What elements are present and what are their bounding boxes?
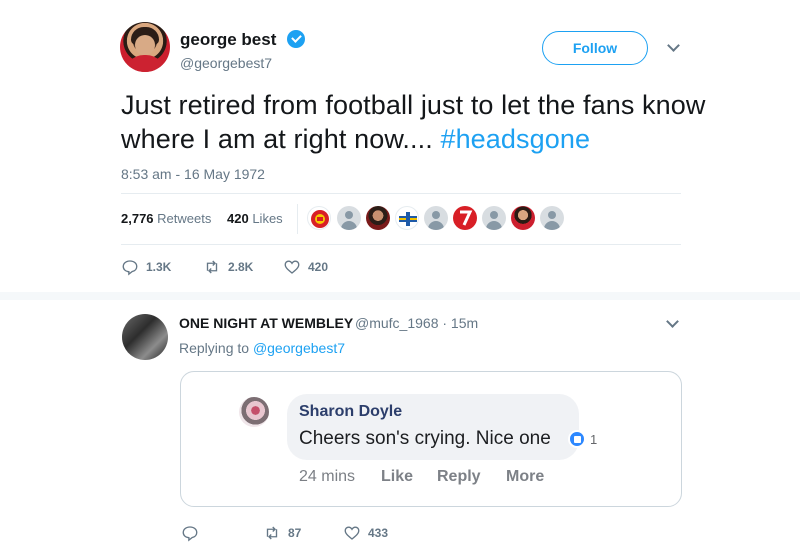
reply-author-handle[interactable]: @mufc_1968 · 15m <box>355 315 478 331</box>
like-count: 420 <box>308 260 329 274</box>
reply-count: 1.3K <box>146 260 172 274</box>
liker-avatar[interactable] <box>366 206 390 230</box>
reply-author-avatar[interactable] <box>122 314 168 360</box>
reply-icon <box>122 260 138 276</box>
section-divider <box>0 292 800 300</box>
comment-like-count: 1 <box>590 432 598 447</box>
commenter-name: Sharon Doyle <box>299 403 403 420</box>
verified-badge-icon <box>287 30 305 48</box>
comment-time: 24 mins <box>299 468 356 485</box>
liker-avatar[interactable] <box>511 206 535 230</box>
author-handle[interactable]: @georgebest7 <box>180 55 272 71</box>
thumbs-up-icon <box>568 430 586 448</box>
retweet-action[interactable]: 2.8K <box>203 258 253 276</box>
liker-avatar[interactable] <box>307 206 331 230</box>
attached-image[interactable]: Sharon Doyle Cheers son's crying. Nice o… <box>180 371 682 507</box>
divider <box>121 193 681 194</box>
comment-text: Cheers son's crying. Nice one <box>299 428 551 449</box>
reply-action[interactable]: 1.3K <box>121 258 171 276</box>
stats-separator <box>297 204 298 234</box>
author-name[interactable]: george best <box>180 30 276 50</box>
divider <box>121 244 681 245</box>
reply-icon <box>182 526 198 542</box>
comment-like-link: Like <box>381 468 414 485</box>
replying-to: Replying to @georgebest7 <box>179 340 345 356</box>
retweet-icon <box>206 260 218 274</box>
author-avatar[interactable] <box>120 22 170 72</box>
likes-label: Likes <box>252 211 283 226</box>
retweet-count: 2.8K <box>228 260 254 274</box>
chevron-down-icon[interactable] <box>667 39 680 52</box>
tweet-body: Just retired from football just to let t… <box>121 90 706 154</box>
reply-retweet-action[interactable]: 87 <box>263 524 301 542</box>
comment-reply-link: Reply <box>437 468 481 485</box>
commenter-avatar <box>239 397 269 427</box>
reply-retweet-count: 87 <box>288 526 302 540</box>
retweets-count: 2,776 <box>121 211 154 226</box>
retweets-label: Retweets <box>157 211 212 226</box>
like-icon <box>344 526 360 540</box>
liker-avatar[interactable] <box>395 206 419 230</box>
reply-reply-action[interactable] <box>181 524 206 542</box>
liker-avatar[interactable] <box>482 206 506 230</box>
liker-avatar[interactable] <box>337 206 361 230</box>
retweet-icon <box>266 526 278 540</box>
reply-like-action[interactable]: 433 <box>343 524 388 542</box>
follow-button[interactable]: Follow <box>542 31 648 65</box>
hashtag-link[interactable]: #headsgone <box>440 124 590 154</box>
tweet-timestamp[interactable]: 8:53 am - 16 May 1972 <box>121 166 265 182</box>
comment-more-link: More <box>506 468 545 485</box>
replying-prefix: Replying to <box>179 340 253 356</box>
reply-like-count: 433 <box>368 526 389 540</box>
chevron-down-icon[interactable] <box>666 315 679 328</box>
liker-avatar[interactable] <box>453 206 477 230</box>
likes-stat[interactable]: 420 Likes <box>227 211 283 226</box>
like-action[interactable]: 420 <box>283 258 328 276</box>
replying-to-link[interactable]: @georgebest7 <box>253 340 345 356</box>
like-icon <box>284 260 300 274</box>
tweet-text: Just retired from football just to let t… <box>121 88 721 156</box>
likes-count: 420 <box>227 211 249 226</box>
reply-author-name[interactable]: ONE NIGHT AT WEMBLEY <box>179 315 353 331</box>
retweets-stat[interactable]: 2,776 Retweets <box>121 211 211 226</box>
liker-avatar[interactable] <box>540 206 564 230</box>
liker-avatar[interactable] <box>424 206 448 230</box>
